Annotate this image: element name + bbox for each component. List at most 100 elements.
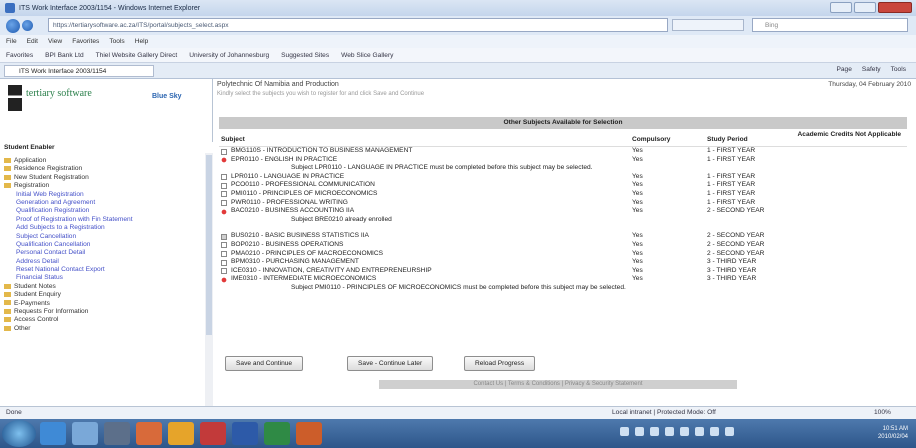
address-bar[interactable]: https://tertiarysoftware.ac.za/ITS/porta… xyxy=(48,18,668,32)
tray-icon[interactable] xyxy=(695,427,704,436)
tray-icon[interactable] xyxy=(650,427,659,436)
blocked-icon xyxy=(221,157,227,164)
folder-taskbar-icon[interactable] xyxy=(168,422,194,445)
compulsory-value: Yes xyxy=(632,240,643,248)
close-button[interactable] xyxy=(878,2,912,13)
favorites-star[interactable]: Favorites xyxy=(6,52,33,59)
start-button[interactable] xyxy=(2,420,36,447)
sidebar: tertiary software Blue Sky Student Enabl… xyxy=(0,79,213,406)
command-bar: Page Safety Tools xyxy=(836,66,906,73)
favorite-link[interactable]: BPI Bank Ltd xyxy=(45,52,84,59)
subject-checkbox[interactable] xyxy=(221,268,227,275)
tray-icon[interactable] xyxy=(635,427,644,436)
sidebar-header: Student Enabler xyxy=(0,142,213,153)
search-input[interactable]: Bing xyxy=(752,18,908,32)
menu-edit[interactable]: Edit xyxy=(27,38,38,45)
sidebar-item[interactable]: Student Notes xyxy=(0,283,205,291)
favorite-link[interactable]: Thiel Website Gallery Direct xyxy=(96,52,178,59)
menu-favorites[interactable]: Favorites xyxy=(72,38,99,45)
tray-icon[interactable] xyxy=(680,427,689,436)
ie-icon xyxy=(5,3,15,13)
subject-checkbox[interactable] xyxy=(221,182,227,189)
powerpoint-taskbar-icon[interactable] xyxy=(296,422,322,445)
subject-checkbox[interactable] xyxy=(221,259,227,266)
save-and-continue-button[interactable]: Save and Continue xyxy=(225,356,304,371)
blocked-icon xyxy=(221,276,227,283)
tray-icon[interactable] xyxy=(665,427,674,436)
subject-checkbox[interactable] xyxy=(221,174,227,181)
tray-icon[interactable] xyxy=(725,427,734,436)
ie-taskbar-icon[interactable] xyxy=(40,422,66,445)
study-period-value: 2 - SECOND YEAR xyxy=(707,240,765,248)
excel-taskbar-icon[interactable] xyxy=(264,422,290,445)
favorite-link[interactable]: University of Johannesburg xyxy=(189,52,269,59)
maximize-button[interactable] xyxy=(854,2,876,13)
sidebar-item[interactable]: Financial Status xyxy=(0,274,205,282)
sidebar-item[interactable]: Address Detail xyxy=(0,258,205,266)
sidebar-item[interactable]: Subject Cancellation xyxy=(0,233,205,241)
subject-name: PWR0110 - PROFESSIONAL WRITING xyxy=(231,198,348,206)
favorite-link[interactable]: Web Slice Gallery xyxy=(341,52,393,59)
note-text: Subject PMI0110 - PRINCIPLES OF MICROECO… xyxy=(291,283,626,291)
blocked-icon xyxy=(221,208,227,215)
menu-view[interactable]: View xyxy=(48,38,62,45)
sidebar-item[interactable]: Initial Web Registration xyxy=(0,191,205,199)
sidebar-item[interactable]: Reset National Contact Export xyxy=(0,266,205,274)
sidebar-scrollbar[interactable] xyxy=(205,153,213,406)
sidebar-item[interactable]: Requests For Information xyxy=(0,308,205,316)
forward-button[interactable] xyxy=(22,20,33,31)
media-taskbar-icon[interactable] xyxy=(104,422,130,445)
subject-checkbox[interactable] xyxy=(221,148,227,155)
favorite-link[interactable]: Suggested Sites xyxy=(281,52,329,59)
col-subject: Subject xyxy=(221,136,245,143)
save-continue-later-button[interactable]: Save - Continue Later xyxy=(347,356,434,371)
study-period-value: 3 - THIRD YEAR xyxy=(707,275,757,283)
minimize-button[interactable] xyxy=(830,2,852,13)
subject-checkbox[interactable] xyxy=(221,200,227,207)
col-academic-credits: Academic Credits Not Applicable xyxy=(797,131,901,138)
clock[interactable]: 10:51 AM 2010/02/04 xyxy=(878,425,908,441)
sidebar-item[interactable]: Qualification Registration xyxy=(0,207,205,215)
zoom-level[interactable]: 100% xyxy=(874,407,891,419)
browser-tab[interactable]: ITS Work Interface 2003/1154 xyxy=(4,65,154,77)
compulsory-value: Yes xyxy=(632,266,643,274)
firefox-taskbar-icon[interactable] xyxy=(136,422,162,445)
menu-tools[interactable]: Tools xyxy=(109,38,124,45)
tray-icon[interactable] xyxy=(620,427,629,436)
subject-checkbox[interactable] xyxy=(221,251,227,258)
sidebar-item[interactable]: Qualification Cancellation xyxy=(0,241,205,249)
safety-menu[interactable]: Safety xyxy=(862,66,881,73)
subject-checkbox[interactable] xyxy=(221,191,227,198)
tray-icon[interactable] xyxy=(710,427,719,436)
sidebar-item[interactable]: Add Subjects to a Registration xyxy=(0,224,205,232)
sidebar-item[interactable]: Registration xyxy=(0,182,205,190)
study-period-value: 3 - THIRD YEAR xyxy=(707,258,757,266)
sidebar-item[interactable]: Application xyxy=(0,157,205,165)
study-period-value: 3 - THIRD YEAR xyxy=(707,266,757,274)
sidebar-item[interactable]: New Student Registration xyxy=(0,174,205,182)
subject-checkbox[interactable] xyxy=(221,242,227,249)
blue-sky-brand: Blue Sky xyxy=(152,93,182,100)
sidebar-item[interactable]: Residence Registration xyxy=(0,165,205,173)
sidebar-item[interactable]: Proof of Registration with Fin Statement xyxy=(0,216,205,224)
sidebar-item[interactable]: Student Enquiry xyxy=(0,291,205,299)
tools-menu[interactable]: Tools xyxy=(891,66,906,73)
word-taskbar-icon[interactable] xyxy=(232,422,258,445)
back-button[interactable] xyxy=(6,18,20,33)
explorer-taskbar-icon[interactable] xyxy=(72,422,98,445)
sidebar-item[interactable]: Personal Contact Detail xyxy=(0,249,205,257)
study-period-value: 2 - SECOND YEAR xyxy=(707,207,765,215)
refresh-stop-buttons[interactable] xyxy=(672,19,744,31)
pdf-taskbar-icon[interactable] xyxy=(200,422,226,445)
sidebar-item[interactable]: Access Control xyxy=(0,316,205,324)
reload-progress-button[interactable]: Reload Progress xyxy=(464,356,536,371)
sidebar-item[interactable]: Generation and Agreement xyxy=(0,199,205,207)
tertiary-software-logo: tertiary software xyxy=(8,85,98,117)
menu-help[interactable]: Help xyxy=(135,38,149,45)
menu-file[interactable]: File xyxy=(6,38,17,45)
sidebar-item-label: Generation and Agreement xyxy=(16,198,96,206)
folder-icon xyxy=(4,300,11,306)
sidebar-item[interactable]: E-Payments xyxy=(0,300,205,308)
page-menu[interactable]: Page xyxy=(836,66,851,73)
sidebar-item[interactable]: Other xyxy=(0,325,205,333)
